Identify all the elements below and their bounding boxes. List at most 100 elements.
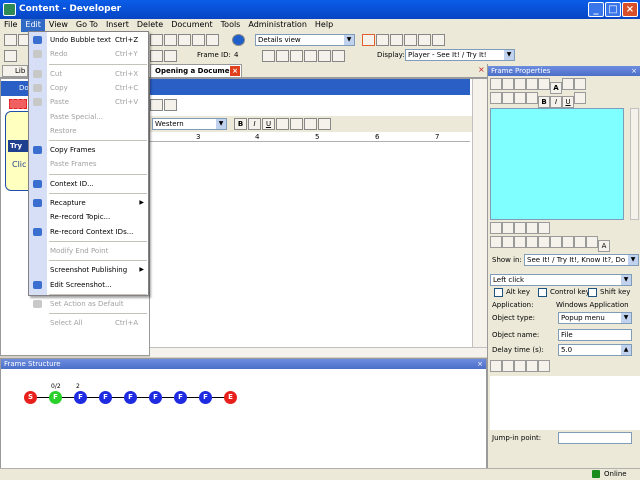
undo-icon[interactable] [526,78,538,90]
close-panel-icon[interactable]: × [631,66,637,76]
alt-key-checkbox[interactable] [494,288,503,297]
copy-icon[interactable] [502,78,514,90]
frame-node[interactable]: F [49,391,62,404]
close-tab-icon[interactable]: × [230,66,240,76]
tool-icon[interactable] [526,360,538,372]
view-combo[interactable]: Details view ▼ [255,34,355,46]
frame-node[interactable]: F [149,391,162,404]
tool-icon[interactable] [490,222,502,234]
menu-administration[interactable]: Administration [244,19,311,32]
frame-tool2-icon[interactable] [164,50,177,62]
layout1-icon[interactable] [362,34,375,46]
font-button[interactable]: A [598,240,610,252]
tool-icon[interactable] [514,360,526,372]
tool-icon[interactable] [490,360,502,372]
menu-document[interactable]: Document [167,19,216,32]
prev-frame-icon[interactable] [276,50,289,62]
tool-icon[interactable] [550,236,562,248]
save-icon[interactable] [4,50,17,62]
last-frame-icon[interactable] [318,50,331,62]
menu-item-re-record-topic[interactable]: Re-record Topic... [29,210,148,224]
frame-node[interactable]: F [124,391,137,404]
align-left-icon[interactable] [290,118,303,130]
check-icon[interactable] [490,236,502,248]
object-type-combo[interactable]: Popup menu ▼ [558,312,632,324]
underline-button[interactable]: U [262,118,275,130]
menu-file[interactable]: File [0,19,21,32]
frame-node[interactable]: E [224,391,237,404]
menu-tools[interactable]: Tools [217,19,245,32]
frame-node[interactable]: S [24,391,37,404]
tool-icon[interactable] [526,236,538,248]
tool2-icon[interactable] [164,34,177,46]
display-combo[interactable]: Player - See It! / Try It! ▼ [405,49,515,61]
tool-icon[interactable] [526,222,538,234]
bold-button[interactable]: B [538,96,550,108]
control-key-checkbox[interactable] [538,288,547,297]
action-combo[interactable]: Left click ▼ [490,274,632,286]
tool-icon[interactable] [150,34,163,46]
paste-icon[interactable] [514,78,526,90]
font-color-icon[interactable] [562,78,574,90]
tool-icon[interactable] [574,236,586,248]
insert-icon[interactable] [164,99,177,111]
tool-icon[interactable] [586,236,598,248]
next-frame-icon[interactable] [304,50,317,62]
menu-item-context-id[interactable]: Context ID... [29,177,148,191]
tool-icon[interactable] [538,222,550,234]
close-panel-icon[interactable]: × [477,359,483,369]
menu-item-copy-frames[interactable]: Copy Frames [29,143,148,157]
frame-node[interactable]: F [174,391,187,404]
show-in-combo[interactable]: See It! / Try It!, Know It?, Do It! ▼ [524,254,639,266]
align-left-icon[interactable] [490,92,502,104]
menu-item-undo-bubble-text[interactable]: Undo Bubble text Ctrl+Z [29,33,148,47]
layout4-icon[interactable] [404,34,417,46]
undo-edit-icon[interactable] [150,99,163,111]
tab-document[interactable]: Opening a Document × [150,64,242,78]
tool-icon[interactable] [502,360,514,372]
frame-node[interactable]: F [199,391,212,404]
layout5-icon[interactable] [418,34,431,46]
tool-icon[interactable] [502,236,514,248]
underline-button[interactable]: U [562,96,574,108]
charset-combo[interactable]: Western ▼ [152,118,227,130]
align-right-icon[interactable] [514,92,526,104]
layout3-icon[interactable] [390,34,403,46]
align-center-icon[interactable] [502,92,514,104]
menu-item-screenshot-publishing[interactable]: Screenshot Publishing ▶ [29,263,148,277]
menu-item-edit-screenshot[interactable]: Edit Screenshot... [29,278,148,292]
align-center-icon[interactable] [304,118,317,130]
tool-icon[interactable] [514,236,526,248]
options-icon[interactable] [332,50,345,62]
close-doc-icon[interactable]: × [478,66,486,74]
tab-library[interactable]: Lib [2,65,28,77]
jump-in-field[interactable] [558,432,632,444]
object-name-field[interactable]: File [558,329,632,341]
props-scrollbar[interactable] [630,108,639,220]
minimize-button[interactable]: _ [588,2,604,17]
menu-item-re-record-context-ids[interactable]: Re-record Context IDs... [29,225,148,239]
menu-item-recapture[interactable]: Recapture ▶ [29,196,148,210]
tool3-icon[interactable] [178,34,191,46]
justify-icon[interactable] [526,92,538,104]
horizontal-scrollbar[interactable] [150,347,487,357]
redo-icon[interactable] [538,78,550,90]
bubble-text-editor[interactable] [490,108,624,220]
frame-tool-icon[interactable] [150,50,163,62]
new-icon[interactable] [4,34,17,46]
spell-icon[interactable] [574,92,586,104]
tool-icon[interactable] [538,236,550,248]
close-button[interactable]: × [622,2,638,17]
bold-button[interactable]: B [234,118,247,130]
cut-icon[interactable] [490,78,502,90]
layout6-icon[interactable] [432,34,445,46]
play-icon[interactable] [290,50,303,62]
help-icon[interactable] [232,34,245,46]
tool-icon[interactable] [562,236,574,248]
tool-icon[interactable] [514,222,526,234]
link-icon[interactable] [276,118,289,130]
selected-object[interactable] [9,99,27,109]
tool4-icon[interactable] [192,34,205,46]
tool-icon[interactable] [502,222,514,234]
layout2-icon[interactable] [376,34,389,46]
